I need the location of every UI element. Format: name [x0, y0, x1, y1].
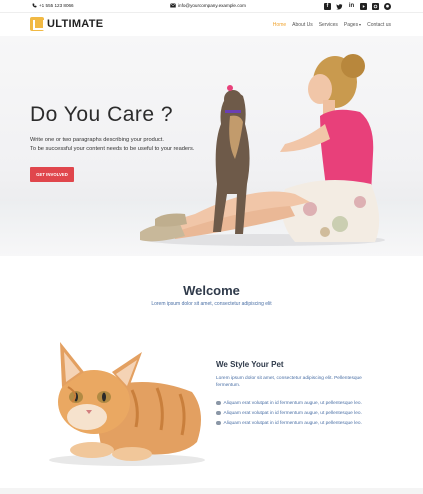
feature-list: Aliquam erat volutpat in id fermentum au…: [216, 398, 386, 428]
email-contact[interactable]: info@yourcompany.example.com: [170, 3, 246, 8]
instagram-icon[interactable]: [372, 2, 379, 10]
feature-text: Lorem ipsum dolor sit amet, consectetur …: [216, 376, 362, 388]
list-item-text: Aliquam erat volutpat in id fermentum au…: [223, 420, 362, 426]
nav-item-contact-us[interactable]: Contact us: [367, 22, 391, 28]
bullet-icon: [216, 410, 221, 416]
hero-title: Do You Care ?: [30, 103, 174, 126]
main-navbar: ULTIMATE Home About Us Services Pages Co…: [0, 12, 423, 36]
hero-description-line-2: To be successful your content needs to b…: [30, 146, 195, 152]
email-address: info@yourcompany.example.com: [178, 3, 246, 8]
nav-item-pages-label: Pages: [343, 22, 359, 28]
social-links: f in: [324, 2, 391, 10]
footer-divider: [0, 488, 423, 494]
list-item-text: Aliquam erat volutpat in id fermentum au…: [223, 410, 362, 416]
nav-item-services[interactable]: Services: [319, 22, 338, 28]
hero-section: Do You Care ? Write one or two paragraph…: [0, 36, 423, 256]
nav-item-about-us[interactable]: About Us: [292, 22, 313, 28]
chevron-down-icon: [359, 23, 362, 26]
nav-item-home[interactable]: Home: [273, 22, 286, 28]
brand-logo[interactable]: ULTIMATE: [30, 17, 103, 31]
cat-image: [49, 342, 205, 466]
feature-title: We Style Your Pet: [216, 360, 284, 369]
list-item: Aliquam erat volutpat in id fermentum au…: [216, 418, 386, 428]
linkedin-icon[interactable]: in: [348, 3, 355, 10]
list-item-text: Aliquam erat volutpat in id fermentum au…: [223, 400, 362, 406]
bullet-icon: [216, 400, 221, 406]
twitter-icon[interactable]: [336, 3, 343, 10]
logo-icon: [30, 17, 45, 31]
phone-icon: [32, 3, 37, 8]
github-icon[interactable]: [384, 2, 391, 10]
facebook-icon[interactable]: f: [324, 2, 331, 10]
hero-description: Write one or two paragraphs describing y…: [30, 136, 230, 154]
nav-menu: Home About Us Services Pages Contact us: [273, 22, 391, 28]
get-involved-button[interactable]: GET INVOLVED: [30, 167, 74, 182]
nav-item-pages[interactable]: Pages: [343, 22, 362, 28]
bullet-icon: [216, 420, 221, 426]
mail-icon: [170, 3, 176, 8]
list-item: Aliquam erat volutpat in id fermentum au…: [216, 408, 386, 418]
brand-name: ULTIMATE: [47, 18, 104, 30]
phone-number: +1 555 123 8066: [39, 3, 74, 8]
top-bar: +1 555 123 8066 info@yourcompany.example…: [0, 0, 423, 12]
welcome-title: Welcome: [183, 283, 240, 298]
list-item: Aliquam erat volutpat in id fermentum au…: [216, 398, 386, 408]
hero-description-line-1: Write one or two paragraphs describing y…: [30, 137, 164, 143]
welcome-subtitle: Lorem ipsum dolor sit amet, consectetur …: [151, 301, 272, 307]
youtube-icon[interactable]: [360, 2, 367, 10]
phone-contact[interactable]: +1 555 123 8066: [32, 3, 74, 8]
